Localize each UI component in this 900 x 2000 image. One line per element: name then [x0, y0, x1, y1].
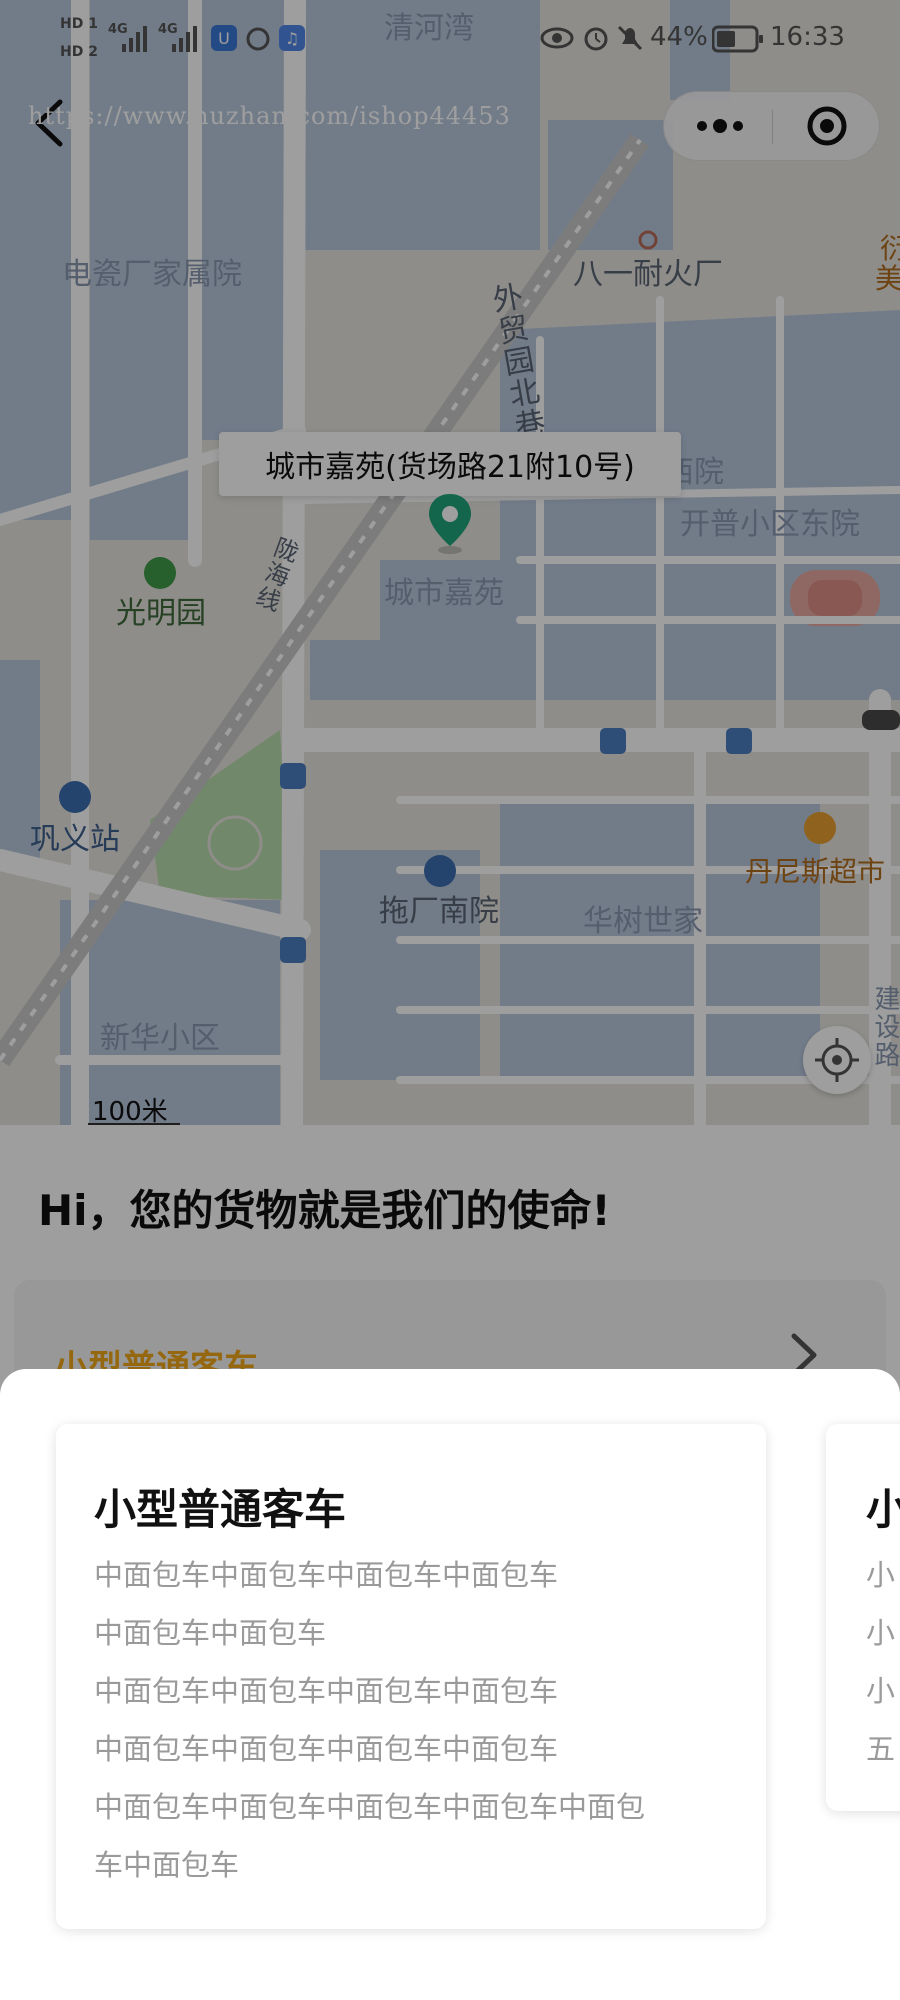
vehicle-picker-sheet: 小型普通客车 中面包车中面包车中面包车中面包车 中面包车中面包车 中面包车中面包… [0, 1369, 900, 2000]
vehicle-card-description: 中面包车中面包车中面包车中面包车 中面包车中面包车 中面包车中面包车中面包车中面… [94, 1546, 704, 1894]
description-line: 车中面包车 [94, 1848, 240, 1882]
vehicle-card[interactable]: 小型普通客车 中面包车中面包车中面包车中面包车 中面包车中面包车 中面包车中面包… [56, 1424, 766, 1929]
description-line: 小 [866, 1558, 896, 1592]
description-line: 小 [866, 1674, 896, 1708]
description-line: 中面包车中面包车中面包车中面包车 [94, 1732, 559, 1766]
description-line: 中面包车中面包车 [94, 1616, 327, 1650]
vehicle-card-next[interactable]: 小 小 小 小 五 [826, 1424, 900, 1811]
page: 清河湾 电瓷厂家属院 八一耐火厂 外贸园北巷 西院 开普小区东院 陇海线 光明园… [0, 0, 900, 2000]
description-line: 中面包车中面包车中面包车中面包车 [94, 1558, 559, 1592]
description-line: 五 [866, 1732, 896, 1766]
vehicle-card-description: 小 小 小 五 [866, 1546, 900, 1778]
description-line: 中面包车中面包车中面包车中面包车 [94, 1674, 559, 1708]
description-line: 中面包车中面包车中面包车中面包车中面包 [94, 1790, 646, 1824]
vehicle-card-title: 小 [866, 1485, 900, 1534]
description-line: 小 [866, 1616, 896, 1650]
vehicle-card-title: 小型普通客车 [94, 1485, 347, 1534]
